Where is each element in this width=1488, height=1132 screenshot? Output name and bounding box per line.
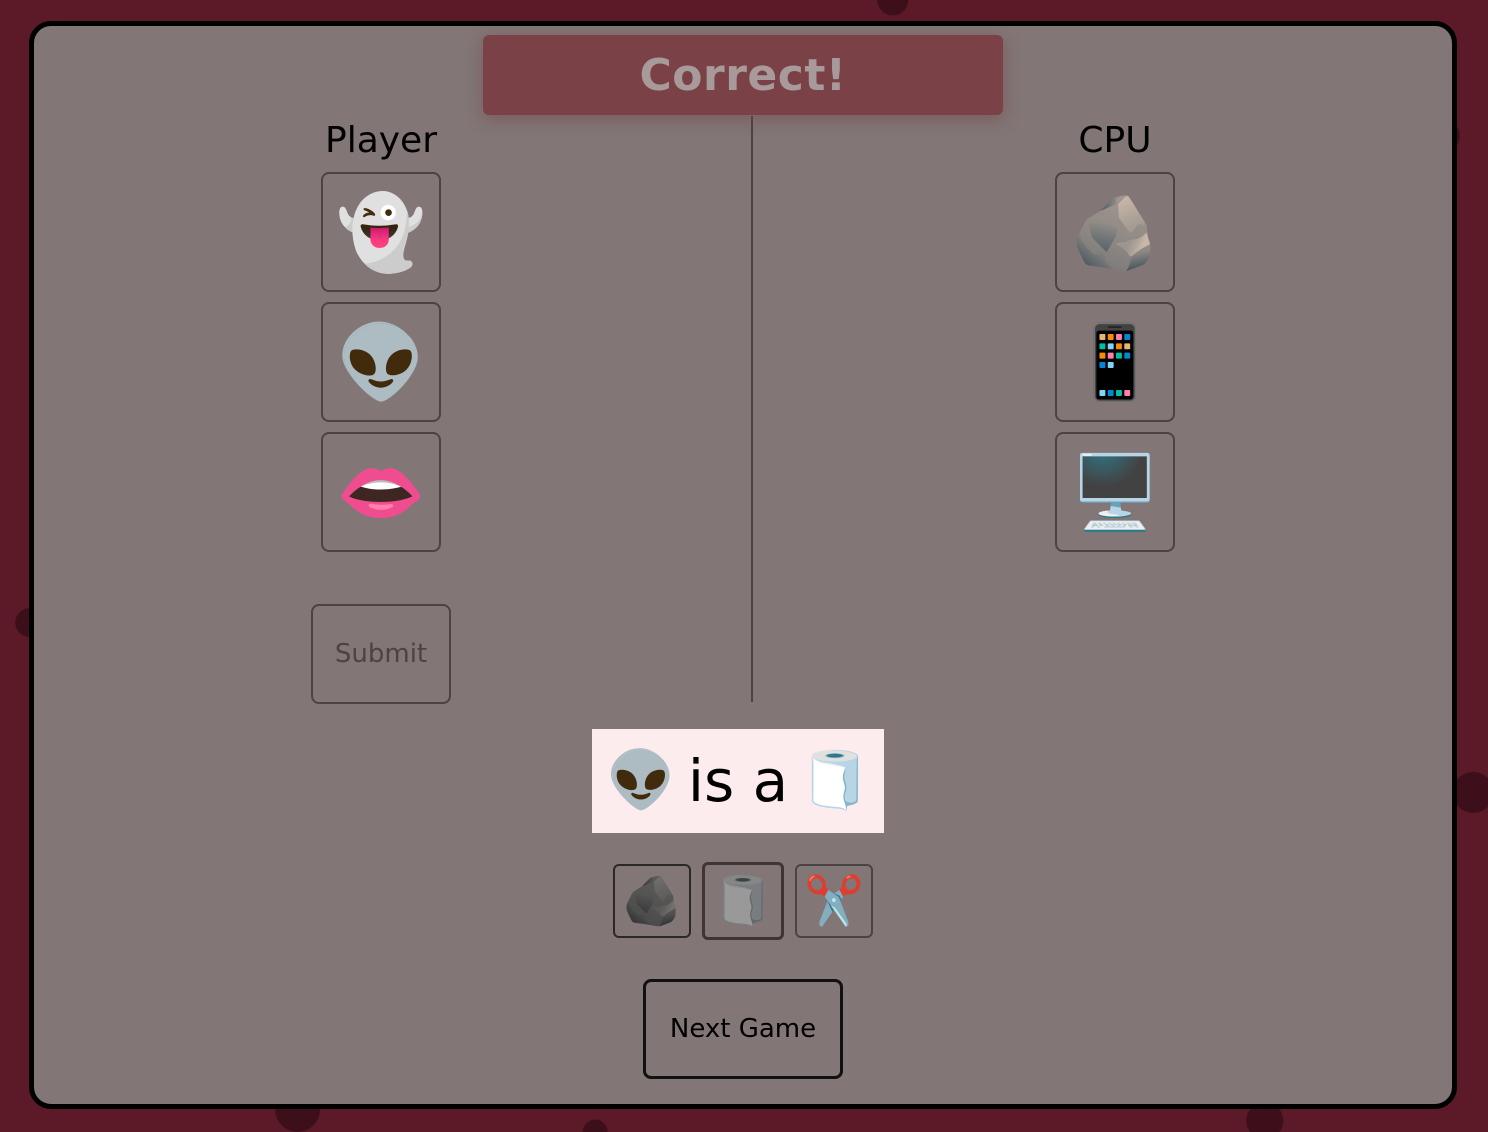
next-game-button[interactable]: Next Game (643, 979, 843, 1079)
player-slot-3: 👄 (321, 432, 441, 552)
rock-icon: 🪨 (622, 873, 682, 929)
rock-icon: 🪨 (1070, 190, 1160, 274)
result-statement: 👽 is a 🧻 (592, 729, 884, 833)
cpu-slot-2: 📱 (1055, 302, 1175, 422)
player-slot-2: 👽 (321, 302, 441, 422)
toilet-paper-icon: 🧻 (713, 873, 773, 929)
cpu-slot-1: 🪨 (1055, 172, 1175, 292)
alien-icon: 👽 (606, 748, 676, 813)
ghost-icon: 👻 (336, 190, 426, 274)
toilet-paper-icon: 🧻 (800, 748, 870, 813)
result-banner: Correct! (483, 35, 1003, 115)
scissors-icon: ✂️ (804, 873, 864, 929)
desktop-computer-icon: 🖥️ (1070, 450, 1160, 534)
lips-icon: 👄 (336, 450, 426, 534)
choice-scissors-button[interactable]: ✂️ (795, 864, 873, 938)
choice-paper-button[interactable]: 🧻 (702, 862, 784, 940)
mobile-phone-icon: 📱 (1070, 320, 1160, 404)
alien-icon: 👽 (336, 320, 426, 404)
submit-button[interactable]: Submit (311, 604, 451, 704)
result-text: is a (687, 747, 789, 815)
cpu-slot-3: 🖥️ (1055, 432, 1175, 552)
player-heading: Player (324, 120, 438, 161)
player-slot-1: 👻 (321, 172, 441, 292)
column-divider (751, 116, 753, 702)
cpu-heading: CPU (1078, 120, 1152, 161)
choice-rock-button[interactable]: 🪨 (613, 864, 691, 938)
game-panel: Correct! Player 👻 👽 👄 Submit CPU 🪨 📱 🖥️ … (29, 21, 1457, 1109)
